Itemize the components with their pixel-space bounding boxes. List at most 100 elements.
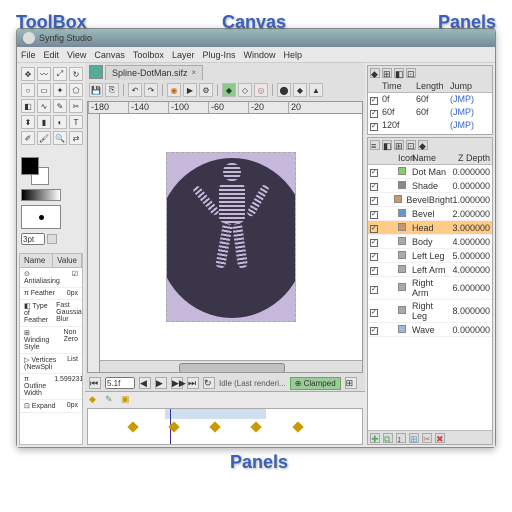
canvas-viewport[interactable] (100, 114, 362, 360)
move-layer-button[interactable]: ↕ (396, 433, 406, 443)
menu-edit[interactable]: Edit (44, 50, 60, 60)
redo-button[interactable]: ↷ (144, 83, 158, 97)
property-row[interactable]: π Outline Width1.599231px (20, 374, 82, 400)
render-button[interactable]: ◉ (167, 83, 181, 97)
menu-layer[interactable]: Layer (172, 50, 195, 60)
close-icon[interactable]: × (192, 68, 197, 77)
undo-button[interactable]: ↶ (128, 83, 142, 97)
props-header-value[interactable]: Value (53, 254, 82, 267)
tool-star[interactable]: ✦ (53, 83, 67, 97)
tool-width[interactable]: ⬍ (21, 115, 35, 129)
foreground-color[interactable] (21, 157, 39, 175)
layer-row[interactable]: Left Arm4.000000 (368, 263, 492, 277)
sb-play-button[interactable]: ▶ (155, 377, 167, 389)
del-layer-button[interactable]: ✖ (435, 433, 445, 443)
saveas-button[interactable]: ⎘ (105, 83, 119, 97)
tool-circle[interactable]: ○ (21, 83, 35, 97)
tool-text[interactable]: T (69, 115, 83, 129)
keyframe-marker[interactable] (251, 421, 262, 432)
ly-header-icon[interactable]: Icon (398, 153, 412, 163)
tool-eyedrop[interactable]: ◐ (53, 115, 67, 129)
document-tab[interactable]: Spline-DotMan.sifz × (105, 65, 203, 80)
keyframe-marker[interactable] (292, 421, 303, 432)
kf-header-length[interactable]: Length (416, 81, 450, 91)
menu-view[interactable]: View (67, 50, 86, 60)
tool-scale[interactable]: ⤢ (53, 67, 67, 81)
sb-next-button[interactable]: ▶▶ (171, 377, 183, 389)
sb-first-button[interactable]: ⏮ (89, 377, 101, 389)
tool-fill[interactable]: ▮ (37, 115, 51, 129)
dup-layer-button[interactable]: ⧉ (383, 433, 393, 443)
property-row[interactable]: ◧ Type of FeatherFast Gaussian Blur (20, 300, 82, 327)
tool-cut[interactable]: ✂ (69, 99, 83, 113)
sb-extra-button[interactable]: ⊞ (345, 377, 357, 389)
layer-row[interactable]: BevelBright1.000000 (368, 193, 492, 207)
menu-window[interactable]: Window (243, 50, 275, 60)
ly-panel-icon5[interactable]: ◆ (418, 140, 428, 150)
layer-row[interactable]: Body4.000000 (368, 235, 492, 249)
timeline-track[interactable] (87, 408, 363, 445)
tl-icon3[interactable]: ▣ (121, 394, 131, 404)
tool-zoom[interactable]: 🔍 (53, 131, 67, 145)
clamp-indicator[interactable]: ⊕ Clamped (290, 377, 341, 390)
kf-header-jump[interactable]: Jump (450, 81, 490, 91)
layer-row[interactable]: Right Arm6.000000 (368, 277, 492, 300)
property-row[interactable]: ⊡ Expand0px (20, 400, 82, 413)
save-button[interactable]: 💾 (89, 83, 103, 97)
group-layer-button[interactable]: ⊞ (409, 433, 419, 443)
layer-row[interactable]: Left Leg5.000000 (368, 249, 492, 263)
property-row[interactable]: ⊞ Winding StyleNon Zero (20, 327, 82, 354)
frame-input[interactable] (105, 377, 135, 389)
kf-panel-icon1[interactable]: ◆ (370, 68, 380, 78)
options-button[interactable]: ⚙ (199, 83, 213, 97)
ly-panel-icon2[interactable]: ◧ (382, 140, 392, 150)
brush-size-input[interactable] (21, 233, 45, 245)
kf-panel-icon2[interactable]: ⊞ (382, 68, 392, 78)
tool-polygon[interactable]: ⬠ (69, 83, 83, 97)
tool-rect[interactable]: ▭ (37, 83, 51, 97)
kf-panel-icon4[interactable]: ⊡ (406, 68, 416, 78)
tool-transform[interactable]: ✥ (21, 67, 35, 81)
tool-gradient[interactable]: ◧ (21, 99, 35, 113)
kf-header-time[interactable]: Time (382, 81, 416, 91)
tl-icon2[interactable]: ✎ (105, 394, 115, 404)
props-header-name[interactable]: Name (20, 254, 53, 267)
layer-row[interactable]: Bevel2.000000 (368, 207, 492, 221)
ly-panel-icon4[interactable]: ⊡ (406, 140, 416, 150)
tool-draw[interactable]: ✎ (53, 99, 67, 113)
menu-toolbox[interactable]: Toolbox (133, 50, 164, 60)
mode1-button[interactable]: ◆ (222, 83, 236, 97)
preview-button[interactable]: ▶ (183, 83, 197, 97)
ly-panel-icon1[interactable]: ≡ (370, 140, 380, 150)
property-row[interactable]: ▷ Vertices (NewSpliList (20, 354, 82, 374)
layer-row[interactable]: Shade0.000000 (368, 179, 492, 193)
handle1-button[interactable]: ⬤ (277, 83, 291, 97)
tool-brush[interactable]: 🖌 (37, 131, 51, 145)
tool-rotate[interactable]: ↻ (69, 67, 83, 81)
menu-plugins[interactable]: Plug-Ins (202, 50, 235, 60)
menu-file[interactable]: File (21, 50, 36, 60)
scrollbar-horizontal[interactable] (100, 360, 362, 372)
property-row[interactable]: π Feather0px (20, 288, 82, 300)
add-layer-button[interactable]: ✚ (370, 433, 380, 443)
layer-row[interactable]: Wave0.000000 (368, 323, 492, 337)
layer-row[interactable]: Right Leg8.000000 (368, 300, 492, 323)
keyframe-row[interactable]: 120f(JMP) (368, 119, 492, 132)
tool-mirror[interactable]: ⇄ (69, 131, 83, 145)
sb-last-button[interactable]: ⏭ (187, 377, 199, 389)
handle3-button[interactable]: ▲ (309, 83, 323, 97)
cut-layer-button[interactable]: ✂ (422, 433, 432, 443)
onion-button[interactable]: ◎ (254, 83, 268, 97)
ly-header-zdepth[interactable]: Z Depth (450, 153, 490, 163)
keyframe-marker[interactable] (210, 421, 221, 432)
sb-loop-button[interactable]: ↻ (203, 377, 215, 389)
ly-panel-icon3[interactable]: ⊞ (394, 140, 404, 150)
layer-row[interactable]: Head3.000000 (368, 221, 492, 235)
tool-spline[interactable]: ∿ (37, 99, 51, 113)
kf-header-check[interactable] (370, 81, 382, 91)
mode2-button[interactable]: ◇ (238, 83, 252, 97)
property-row[interactable]: ⊙ Antialiasing☑ (20, 268, 82, 288)
layer-row[interactable]: Dot Man0.000000 (368, 165, 492, 179)
keyframe-row[interactable]: 0f60f(JMP) (368, 93, 492, 106)
tool-smooth[interactable]: 〰 (37, 67, 51, 81)
